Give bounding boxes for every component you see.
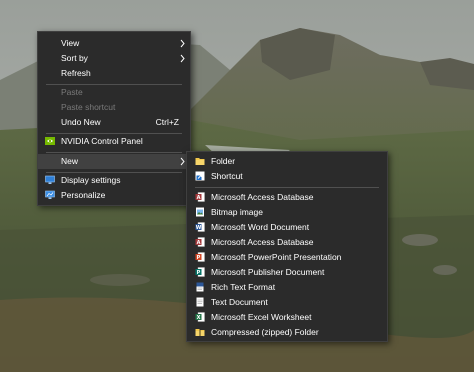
svg-text:P: P <box>197 270 201 276</box>
menu-separator <box>195 187 379 188</box>
menu-separator <box>46 152 182 153</box>
menu-item-sort-by[interactable]: Sort by <box>38 51 190 66</box>
menu-item-view[interactable]: View <box>38 36 190 51</box>
submenu-item-access-database[interactable]: A Microsoft Access Database <box>187 235 387 250</box>
menu-item-label: View <box>61 38 80 48</box>
personalize-icon <box>45 190 55 199</box>
menu-item-label: Sort by <box>61 53 88 63</box>
menu-item-label: Refresh <box>61 68 91 78</box>
submenu-item-label: Rich Text Format <box>211 282 276 292</box>
text-document-icon <box>196 297 204 307</box>
submenu-item-label: Microsoft Word Document <box>211 222 310 232</box>
submenu-item-rich-text-format[interactable]: Rich Text Format <box>187 280 387 295</box>
submenu-item-label: Microsoft Excel Worksheet <box>211 312 312 322</box>
svg-text:X: X <box>197 315 201 321</box>
menu-item-label: Paste <box>61 87 83 97</box>
chevron-right-icon <box>180 39 185 48</box>
submenu-item-powerpoint-presentation[interactable]: P Microsoft PowerPoint Presentation <box>187 250 387 265</box>
submenu-item-shortcut[interactable]: Shortcut <box>187 169 387 184</box>
menu-item-label: Display settings <box>61 175 121 185</box>
submenu-item-label: Bitmap image <box>211 207 263 217</box>
svg-text:P: P <box>197 255 201 261</box>
chevron-right-icon <box>180 54 185 63</box>
menu-item-paste-shortcut[interactable]: Paste shortcut <box>38 100 190 115</box>
menu-item-nvidia-control-panel[interactable]: NVIDIA Control Panel <box>38 134 190 149</box>
submenu-item-text-document[interactable]: Text Document <box>187 295 387 310</box>
powerpoint-icon: P <box>195 252 205 262</box>
svg-text:A: A <box>197 195 201 201</box>
access-icon: A <box>195 192 205 202</box>
menu-item-new[interactable]: New <box>38 154 190 169</box>
submenu-item-label: Microsoft Publisher Document <box>211 267 325 277</box>
submenu-item-label: Microsoft Access Database <box>211 192 314 202</box>
submenu-item-folder[interactable]: Folder <box>187 154 387 169</box>
submenu-item-label: Compressed (zipped) Folder <box>211 327 319 337</box>
bitmap-icon <box>196 207 204 217</box>
submenu-item-label: Microsoft PowerPoint Presentation <box>211 252 342 262</box>
submenu-item-publisher-document[interactable]: P Microsoft Publisher Document <box>187 265 387 280</box>
new-submenu: Folder Shortcut A Microsoft Access Datab… <box>186 151 388 342</box>
nvidia-icon <box>45 137 55 145</box>
chevron-right-icon <box>180 157 185 166</box>
menu-item-refresh[interactable]: Refresh <box>38 66 190 81</box>
folder-icon <box>195 158 205 165</box>
menu-item-undo-new[interactable]: Undo New Ctrl+Z <box>38 115 190 130</box>
submenu-item-compressed-folder[interactable]: Compressed (zipped) Folder <box>187 325 387 340</box>
submenu-item-label: Folder <box>211 156 236 166</box>
submenu-item-access-database[interactable]: A Microsoft Access Database <box>187 190 387 205</box>
menu-item-label: Personalize <box>61 190 106 200</box>
svg-text:A: A <box>197 240 201 246</box>
excel-icon: X <box>195 312 205 322</box>
zip-folder-icon <box>195 329 205 336</box>
submenu-item-bitmap-image[interactable]: Bitmap image <box>187 205 387 220</box>
keyboard-shortcut: Ctrl+Z <box>155 117 179 127</box>
word-icon: W <box>195 222 205 232</box>
access-icon: A <box>195 237 205 247</box>
submenu-item-excel-worksheet[interactable]: X Microsoft Excel Worksheet <box>187 310 387 325</box>
menu-item-display-settings[interactable]: Display settings <box>38 173 190 188</box>
svg-text:W: W <box>196 225 202 231</box>
menu-item-label: Undo New <box>61 117 101 127</box>
shortcut-icon <box>195 171 205 181</box>
submenu-item-label: Text Document <box>211 297 268 307</box>
publisher-icon: P <box>195 267 205 277</box>
desktop-context-menu: View Sort by Refresh Paste Paste shortcu… <box>37 31 191 206</box>
submenu-item-label: Shortcut <box>211 171 243 181</box>
menu-item-label: NVIDIA Control Panel <box>61 136 143 146</box>
menu-item-paste[interactable]: Paste <box>38 85 190 100</box>
menu-item-label: Paste shortcut <box>61 102 116 112</box>
submenu-item-label: Microsoft Access Database <box>211 237 314 247</box>
menu-item-label: New <box>61 156 79 166</box>
submenu-item-word-document[interactable]: W Microsoft Word Document <box>187 220 387 235</box>
rtf-icon <box>196 282 204 292</box>
display-settings-icon <box>45 175 55 184</box>
menu-item-personalize[interactable]: Personalize <box>38 188 190 203</box>
